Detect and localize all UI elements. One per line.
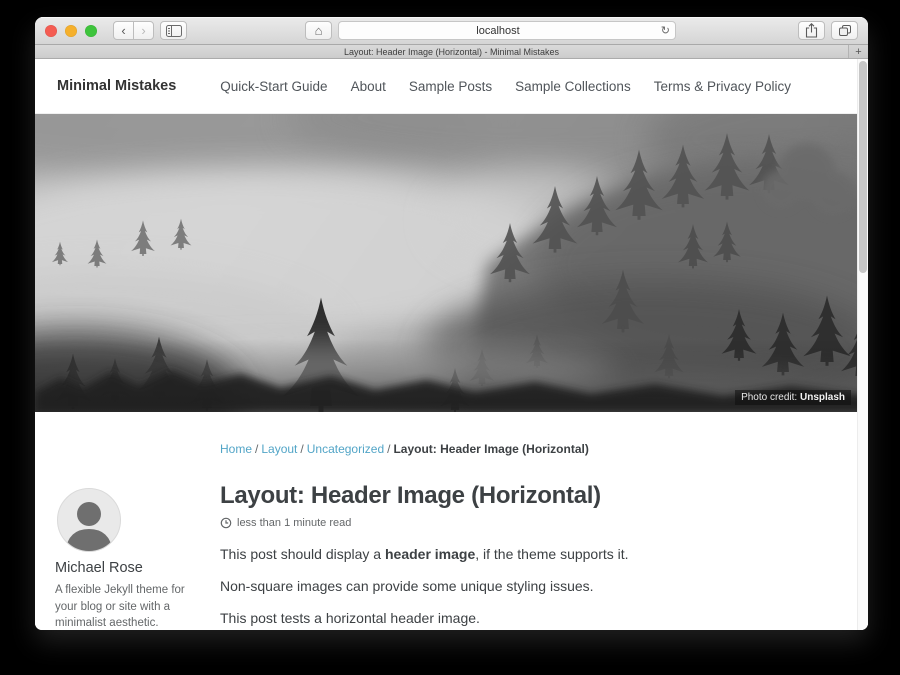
clock-icon (220, 517, 232, 529)
scrollbar-track[interactable] (857, 59, 868, 630)
sidebar-toggle-button[interactable] (160, 21, 187, 40)
refresh-icon[interactable]: ↻ (661, 24, 670, 37)
browser-toolbar: ‹ › ⌂ ↻ (35, 17, 868, 45)
forward-icon: › (141, 24, 145, 37)
read-time: less than 1 minute read (237, 517, 351, 529)
minimize-window-button[interactable] (65, 25, 77, 37)
share-icon (805, 23, 818, 38)
photo-credit: Photo credit: Unsplash (735, 390, 851, 405)
paragraph-text: , if the theme supports it. (475, 546, 628, 562)
paragraph: This post tests a horizontal header imag… (220, 608, 838, 629)
avatar (57, 488, 121, 552)
paragraph-text: This post should display a (220, 546, 385, 562)
tabs-icon (838, 24, 852, 37)
breadcrumb-link-uncategorized[interactable]: Uncategorized (307, 442, 384, 456)
nav-item-sample-collections[interactable]: Sample Collections (515, 79, 631, 94)
nav-item-about[interactable]: About (351, 79, 386, 94)
author-sidebar: Michael Rose A flexible Jekyll theme for… (55, 482, 200, 630)
foggy-forest-illustration (35, 114, 868, 412)
back-button[interactable]: ‹ (113, 21, 134, 40)
sidebar-icon (166, 25, 182, 37)
history-nav-group: ‹ › (113, 21, 154, 40)
tab-bar: Layout: Header Image (Horizontal) - Mini… (35, 45, 868, 59)
zoom-window-button[interactable] (85, 25, 97, 37)
breadcrumb: Home/Layout/Uncategorized/Layout: Header… (220, 442, 838, 456)
browser-window: ‹ › ⌂ ↻ (35, 17, 868, 630)
page-viewport: Minimal Mistakes Quick-Start Guide About… (35, 59, 868, 630)
back-icon: ‹ (121, 24, 125, 37)
author-bio: A flexible Jekyll theme for your blog or… (55, 582, 187, 630)
header-image: Photo credit: Unsplash (35, 114, 868, 412)
paragraph-bold-text: header image (385, 546, 475, 562)
address-bar-input[interactable] (338, 21, 676, 40)
home-icon: ⌂ (315, 24, 323, 37)
article: Layout: Header Image (Horizontal) less t… (220, 482, 838, 630)
nav-item-sample-posts[interactable]: Sample Posts (409, 79, 492, 94)
content-row: Michael Rose A flexible Jekyll theme for… (55, 482, 838, 630)
scrollbar-thumb[interactable] (859, 61, 867, 273)
photo-credit-label: Photo credit: (741, 392, 800, 403)
breadcrumb-separator: / (252, 442, 261, 456)
page-title: Layout: Header Image (Horizontal) (220, 482, 838, 510)
close-window-button[interactable] (45, 25, 57, 37)
paragraph: Non-square images can provide some uniqu… (220, 576, 838, 597)
photo-credit-link[interactable]: Unsplash (800, 392, 845, 403)
breadcrumb-separator: / (297, 442, 306, 456)
paragraph: This post should display a header image,… (220, 544, 838, 565)
site-masthead: Minimal Mistakes Quick-Start Guide About… (35, 59, 868, 114)
author-name: Michael Rose (55, 560, 200, 576)
nav-item-quick-start-guide[interactable]: Quick-Start Guide (220, 79, 327, 94)
active-tab[interactable]: Layout: Header Image (Horizontal) - Mini… (344, 47, 559, 57)
main-content: Home/Layout/Uncategorized/Layout: Header… (35, 412, 868, 630)
home-button[interactable]: ⌂ (305, 21, 332, 40)
window-controls (45, 25, 97, 37)
breadcrumb-current: Layout: Header Image (Horizontal) (393, 442, 588, 456)
breadcrumb-link-layout[interactable]: Layout (261, 442, 297, 456)
forward-button[interactable]: › (133, 21, 154, 40)
address-bar-wrap: ↻ (338, 21, 676, 40)
site-title-link[interactable]: Minimal Mistakes (57, 78, 176, 94)
tab-overview-button[interactable] (831, 21, 858, 40)
share-button[interactable] (798, 21, 825, 40)
breadcrumb-link-home[interactable]: Home (220, 442, 252, 456)
article-meta: less than 1 minute read (220, 517, 838, 529)
new-tab-button[interactable]: + (848, 45, 868, 58)
site-nav: Quick-Start Guide About Sample Posts Sam… (220, 79, 791, 94)
nav-item-terms-privacy[interactable]: Terms & Privacy Policy (654, 79, 791, 94)
